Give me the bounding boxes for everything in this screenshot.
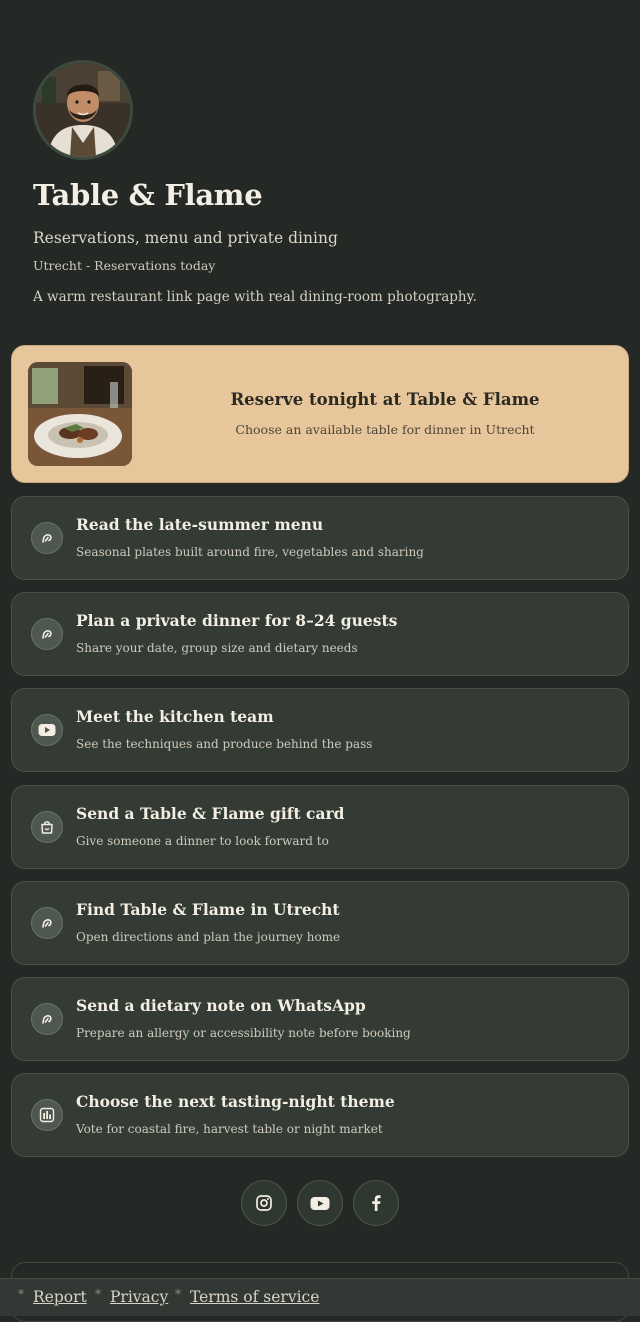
link-subtitle: Give someone a dinner to look forward to [76,834,329,848]
link-icon [31,522,63,554]
link-title: Choose the next tasting-night theme [76,1092,395,1111]
link-title: Plan a private dinner for 8–24 guests [76,611,398,630]
footer-privacy-link[interactable]: Privacy [110,1288,168,1306]
page-title: Table & Flame [33,178,263,212]
featured-reserve-card[interactable]: Reserve tonight at Table & Flame Choose … [11,345,629,483]
link-icon [31,907,63,939]
profile-header [33,60,613,160]
link-card-gift-card[interactable]: Send a Table & Flame gift card Give some… [11,785,629,869]
link-card-tasting-poll[interactable]: Choose the next tasting-night theme Vote… [11,1073,629,1157]
link-subtitle: Share your date, group size and dietary … [76,641,358,655]
link-icon [31,618,63,650]
youtube-icon[interactable] [297,1180,343,1226]
avatar [33,60,133,160]
shopping-bag-icon [31,811,63,843]
footer: * Report * Privacy * Terms of service [0,1278,640,1316]
link-card-whatsapp[interactable]: Send a dietary note on WhatsApp Prepare … [11,977,629,1061]
footer-report-link[interactable]: Report [33,1288,87,1306]
link-subtitle: See the techniques and produce behind th… [76,737,373,751]
instagram-icon[interactable] [241,1180,287,1226]
footer-separator: * [175,1287,181,1301]
link-subtitle: Vote for coastal fire, harvest table or … [76,1122,383,1136]
link-title: Find Table & Flame in Utrecht [76,900,340,919]
link-subtitle: Seasonal plates built around fire, veget… [76,545,424,559]
link-card-menu[interactable]: Read the late-summer menu Seasonal plate… [11,496,629,580]
footer-terms-link[interactable]: Terms of service [190,1288,319,1306]
link-subtitle: Prepare an allergy or accessibility note… [76,1026,411,1040]
link-card-directions[interactable]: Find Table & Flame in Utrecht Open direc… [11,881,629,965]
link-card-private-dinner[interactable]: Plan a private dinner for 8–24 guests Sh… [11,592,629,676]
featured-subtitle: Choose an available table for dinner in … [235,422,535,437]
profile-meta: Utrecht - Reservations today [33,258,216,273]
link-title: Send a dietary note on WhatsApp [76,996,366,1015]
social-links [241,1180,399,1226]
link-title: Meet the kitchen team [76,707,274,726]
link-icon [31,1003,63,1035]
featured-title: Reserve tonight at Table & Flame [230,390,540,409]
link-subtitle: Open directions and plan the journey hom… [76,930,341,944]
profile-description: A warm restaurant link page with real di… [33,289,477,305]
profile-subtitle: Reservations, menu and private dining [33,229,338,247]
link-title: Send a Table & Flame gift card [76,804,345,823]
facebook-icon[interactable] [353,1180,399,1226]
link-card-kitchen-team[interactable]: Meet the kitchen team See the techniques… [11,688,629,772]
link-title: Read the late-summer menu [76,515,324,534]
footer-separator: * [18,1287,24,1301]
featured-dish-image [28,362,132,466]
footer-separator: * [95,1287,101,1301]
poll-icon [31,1099,63,1131]
youtube-icon [31,714,63,746]
